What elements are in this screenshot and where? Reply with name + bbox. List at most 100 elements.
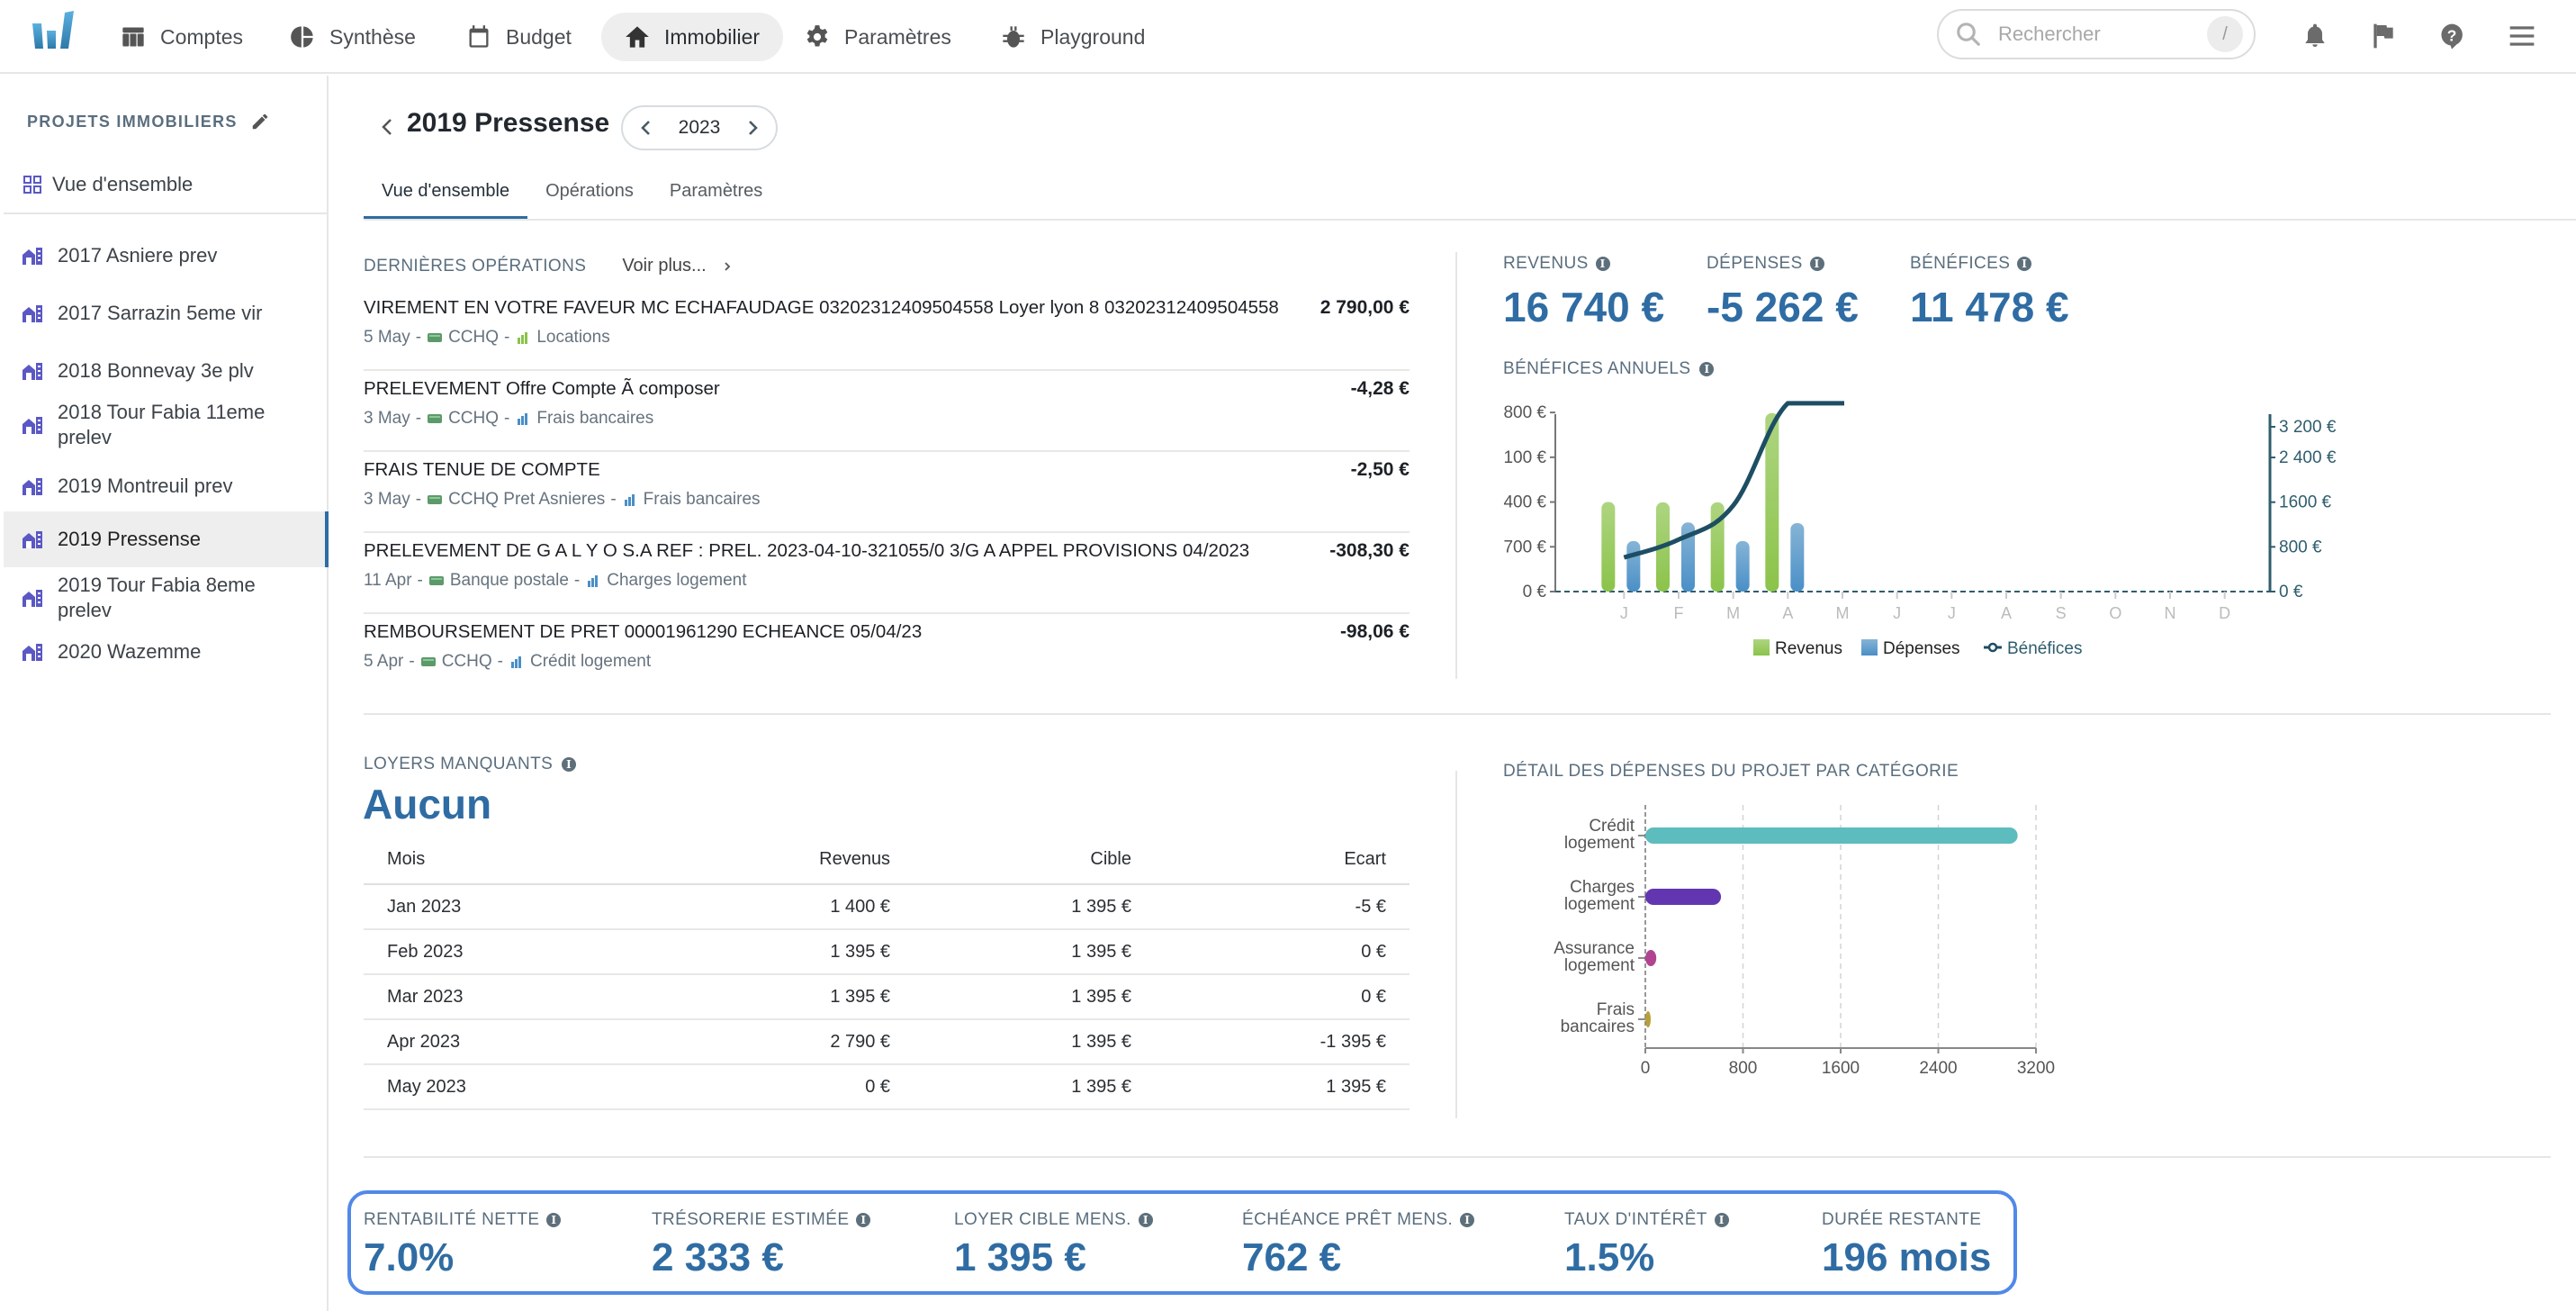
- x-axis-tick-label: M: [1836, 604, 1850, 622]
- menu-button[interactable]: [2504, 18, 2540, 54]
- nav-parametres[interactable]: Paramètres: [781, 13, 975, 61]
- info-icon[interactable]: i: [546, 1213, 562, 1227]
- table-row: Mar 2023 1 395 €1 395 €0 €: [364, 974, 1410, 1020]
- info-icon[interactable]: i: [2017, 257, 2032, 271]
- nav-playground[interactable]: Playground: [977, 13, 1168, 61]
- info-icon[interactable]: i: [1714, 1213, 1729, 1227]
- stat-value: -5 262 €: [1707, 284, 1859, 330]
- see-more-link[interactable]: Voir plus...: [622, 256, 731, 276]
- annual-profits-title: BÉNÉFICES ANNUELS i: [1503, 359, 1715, 379]
- back-chevron-icon[interactable]: [378, 113, 396, 140]
- nav-synthese[interactable]: Synthèse: [266, 13, 439, 61]
- sidebar-project-item[interactable]: 2020 Wazemme: [4, 632, 329, 672]
- category-bar: [1645, 827, 2018, 844]
- column-header: Mois: [364, 836, 648, 885]
- operation-row[interactable]: PRELEVEMENT Offre Compte Ã composer -4,28…: [364, 371, 1410, 452]
- nav-comptes[interactable]: Comptes: [97, 13, 266, 61]
- info-icon[interactable]: i: [1460, 1213, 1475, 1227]
- next-year-button[interactable]: [745, 118, 760, 138]
- sidebar-project-item[interactable]: 2019 Tour Fabia 8eme prelev: [4, 569, 274, 627]
- nav-label: Immobilier: [664, 24, 761, 49]
- sidebar-project-item[interactable]: 2018 Tour Fabia 11eme prelev: [4, 396, 274, 454]
- info-icon[interactable]: i: [1809, 257, 1824, 271]
- svg-text:?: ?: [2447, 26, 2457, 44]
- x-axis-tick-label: A: [1782, 604, 1793, 622]
- grid-icon: [23, 176, 41, 194]
- separator: -: [415, 328, 422, 347]
- app-logo[interactable]: [31, 11, 77, 50]
- sidebar-project-item[interactable]: 2017 Sarrazin 5eme vir: [4, 294, 329, 333]
- operation-category: Frais bancaires: [643, 490, 761, 509]
- operation-row[interactable]: FRAIS TENUE DE COMPTE -2,50 € 3 May - CCHQ…: [364, 452, 1410, 533]
- x-axis-tick-label: 3200: [2017, 1059, 2055, 1078]
- table-header-row: Mois Revenus Cible Ecart: [364, 836, 1410, 885]
- flag-button[interactable]: [2365, 18, 2401, 54]
- legend-label-revenus: Revenus: [1775, 639, 1842, 658]
- building-icon: [23, 363, 42, 380]
- nav-budget[interactable]: Budget: [443, 13, 595, 61]
- search-input[interactable]: [1998, 23, 2205, 46]
- tab-vue-ensemble[interactable]: Vue d'ensemble: [364, 166, 528, 220]
- pie-chart-icon: [291, 26, 313, 48]
- column-header: Revenus: [647, 836, 914, 885]
- info-icon[interactable]: i: [1595, 257, 1610, 271]
- tab-parametres[interactable]: Paramètres: [652, 166, 780, 220]
- building-icon: [23, 248, 42, 265]
- category-label: Frais: [1597, 1000, 1635, 1019]
- table-cell: 1 395 €: [914, 884, 1155, 930]
- tab-operations[interactable]: Opérations: [527, 166, 652, 220]
- table-cell: Mar 2023: [364, 974, 648, 1020]
- nav-label: Synthèse: [329, 24, 416, 49]
- stat-revenus: REVENUS i 16 740 €: [1503, 254, 1664, 331]
- help-button[interactable]: ?: [2434, 18, 2470, 54]
- left-axis-tick-label: 1400 €: [1503, 493, 1546, 512]
- nav-label: Paramètres: [844, 24, 951, 49]
- previous-year-button[interactable]: [639, 118, 653, 138]
- project-label: 2019 Pressense: [58, 528, 201, 550]
- legend-swatch-revenus: [1753, 639, 1770, 656]
- operation-row[interactable]: PRELEVEMENT DE G A L Y O S.A REF : PREL.…: [364, 533, 1410, 614]
- left-axis-tick-label: 2 800 €: [1503, 403, 1546, 422]
- top-navigation-bar: Comptes Synthèse Budget Immobilier Param…: [0, 0, 2576, 74]
- sidebar-overview-link[interactable]: Vue d'ensemble: [23, 173, 193, 196]
- sidebar-project-item[interactable]: 2018 Bonnevay 3e plv: [4, 351, 329, 391]
- search-box[interactable]: /: [1937, 9, 2256, 59]
- edit-pencil-icon[interactable]: [250, 112, 270, 131]
- table-cell: 1 395 €: [647, 974, 914, 1020]
- left-axis-tick-label: 0 €: [1523, 583, 1547, 601]
- left-axis-tick-label: 700 €: [1503, 538, 1546, 556]
- project-label: 2019 Montreuil prev: [58, 475, 233, 497]
- right-axis-tick-label: 2 400 €: [2279, 448, 2337, 467]
- nav-label: Comptes: [160, 24, 244, 49]
- operation-account: CCHQ: [448, 409, 500, 428]
- operation-row[interactable]: VIREMENT EN VOTRE FAVEUR MC ECHAFAUDAGE …: [364, 290, 1410, 371]
- sidebar-project-item[interactable]: 2019 Montreuil prev: [4, 466, 329, 506]
- kpi-label-row: RENTABILITÉ NETTE i: [364, 1210, 562, 1230]
- info-icon[interactable]: i: [856, 1213, 871, 1227]
- info-icon[interactable]: i: [1699, 362, 1715, 376]
- kpi-cell: RENTABILITÉ NETTE i 7.0%: [364, 1210, 562, 1280]
- sidebar-project-item[interactable]: 2017 Asniere prev: [4, 236, 329, 276]
- operation-label: PRELEVEMENT DE G A L Y O S.A REF : PREL.…: [364, 540, 1250, 561]
- column-header: Ecart: [1155, 836, 1410, 885]
- depenses-bar: [1626, 540, 1641, 592]
- operation-row[interactable]: REMBOURSEMENT DE PRET 00001961290 ECHEAN…: [364, 614, 1410, 695]
- bank-account-icon: [428, 576, 444, 585]
- notifications-button[interactable]: [2297, 18, 2333, 54]
- table-row: Jan 2023 1 400 €1 395 € -5 €: [364, 884, 1410, 930]
- kpi-cell: TAUX D'INTÉRÊT i 1.5%: [1564, 1210, 1729, 1280]
- info-icon[interactable]: i: [1138, 1213, 1153, 1227]
- operation-account: Banque postale: [449, 571, 569, 590]
- info-icon[interactable]: i: [562, 757, 577, 772]
- stat-label: BÉNÉFICES: [1910, 254, 2011, 273]
- sidebar-title-text: PROJETS IMMOBILIERS: [27, 112, 238, 131]
- operation-meta: 3 May - CCHQ Pret Asnieres - Frais banca…: [364, 490, 761, 510]
- table-cell: Jan 2023: [364, 884, 648, 930]
- sidebar-project-item-active[interactable]: 2019 Pressense: [4, 511, 329, 567]
- separator: -: [573, 571, 581, 590]
- nav-label: Playground: [1040, 24, 1146, 49]
- operation-account: CCHQ Pret Asnieres: [448, 490, 606, 509]
- table-cell: 1 395 €: [914, 1064, 1155, 1110]
- project-label: 2017 Asniere prev: [58, 244, 218, 267]
- nav-immobilier[interactable]: Immobilier: [601, 13, 784, 61]
